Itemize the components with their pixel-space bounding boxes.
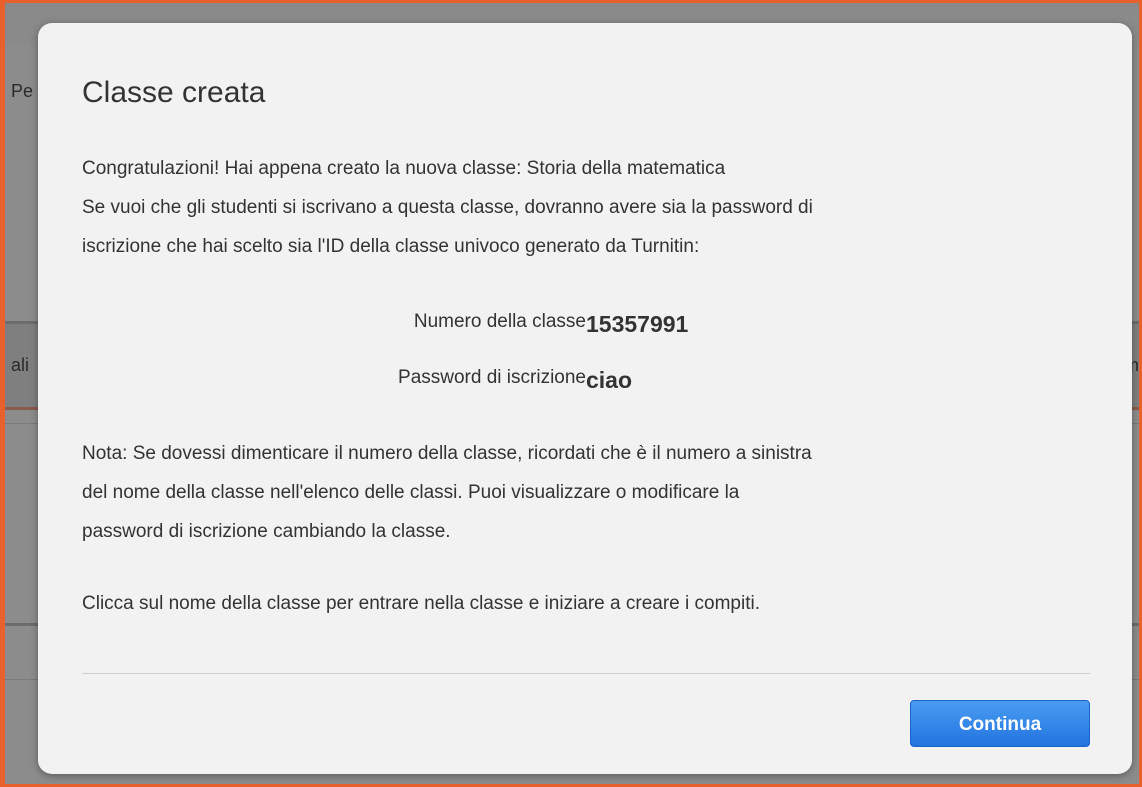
note-line: Nota: Se dovessi dimenticare il numero d… bbox=[82, 443, 812, 464]
class-number-row: Numero della classe 15357991 bbox=[38, 311, 688, 337]
enrollment-password-row: Password di iscrizione ciao bbox=[38, 367, 632, 393]
continue-button[interactable]: Continua bbox=[910, 700, 1090, 747]
dialog-note: Nota: Se dovessi dimenticare il numero d… bbox=[82, 434, 1102, 551]
class-created-dialog: Classe creata Congratulazioni! Hai appen… bbox=[38, 23, 1132, 774]
class-number-label: Numero della classe bbox=[413, 311, 586, 332]
intro-line: iscrizione che hai scelto sia l'ID della… bbox=[82, 236, 700, 257]
intro-line: Congratulazioni! Hai appena creato la nu… bbox=[82, 158, 726, 179]
note-line: del nome della classe nell'elenco delle … bbox=[82, 482, 740, 503]
dialog-intro: Congratulazioni! Hai appena creato la nu… bbox=[82, 149, 1102, 266]
dialog-hint: Clicca sul nome della classe per entrare… bbox=[82, 593, 760, 614]
enrollment-password-value: ciao bbox=[586, 367, 633, 393]
intro-line: Se vuoi che gli studenti si iscrivano a … bbox=[82, 197, 813, 218]
dialog-title: Classe creata bbox=[82, 76, 266, 109]
screenshot-frame: Pe ali m Classe creata Congratulazioni! … bbox=[0, 0, 1142, 787]
dialog-divider bbox=[82, 673, 1090, 674]
note-line: password di iscrizione cambiando la clas… bbox=[82, 521, 451, 542]
background-text: ali bbox=[11, 355, 30, 375]
background-text: Pe bbox=[11, 81, 34, 101]
class-number-value: 15357991 bbox=[586, 311, 689, 337]
enrollment-password-label: Password di iscrizione bbox=[398, 367, 586, 388]
